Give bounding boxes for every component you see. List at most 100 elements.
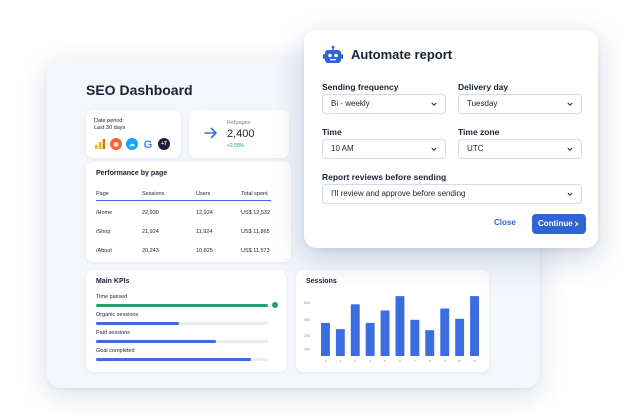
column-header: Page xyxy=(96,191,109,197)
select-value: I'll review and approve before sending xyxy=(331,189,466,198)
bar-chart-source-icon xyxy=(95,139,106,149)
more-sources-badge[interactable]: +7 xyxy=(158,138,170,150)
table-cell: 20,243 xyxy=(142,248,159,254)
close-button[interactable]: Close xyxy=(494,218,516,227)
bar xyxy=(440,308,450,356)
x-tick-label: 9 xyxy=(444,359,446,363)
table-cell: 11,924 xyxy=(196,229,213,235)
modal-title: Automate report xyxy=(351,47,453,62)
x-tick-label: 1 xyxy=(325,359,327,363)
bar xyxy=(350,304,360,356)
select-value: Tuesday xyxy=(467,99,498,108)
table-cell: /About xyxy=(96,248,112,254)
kpi-progress-fill xyxy=(96,358,251,361)
time-label: Time xyxy=(322,127,342,137)
y-tick-label: 100 xyxy=(304,348,310,352)
referral-card: Refpages 2,400 +2.09% xyxy=(189,110,289,158)
sessions-title: Sessions xyxy=(306,278,337,285)
table-row: /About 20,243 10,825 US$ 11,573 xyxy=(96,248,271,260)
continue-button[interactable]: Continue xyxy=(532,214,586,234)
table-cell: 10,825 xyxy=(196,248,213,254)
report-reviews-select[interactable]: I'll review and approve before sending xyxy=(322,184,582,204)
date-period-card: Date period: Last 30 days ◉ ☁ G +7 xyxy=(86,110,181,158)
x-tick-label: 7 xyxy=(414,359,416,363)
sending-frequency-select[interactable]: Bi - weekly xyxy=(322,94,446,114)
column-header: Total spent xyxy=(241,191,268,197)
select-value: 10 AM xyxy=(331,144,354,153)
svg-text:G: G xyxy=(144,139,153,150)
chevron-down-icon xyxy=(431,147,437,151)
referral-value: 2,400 xyxy=(227,128,255,140)
automate-report-modal: Automate report Sending frequency Bi - w… xyxy=(304,30,598,248)
bar xyxy=(410,319,420,356)
chevron-down-icon xyxy=(567,192,573,196)
kpi-progress-track xyxy=(96,358,268,361)
chevron-down-icon xyxy=(567,102,573,106)
kpi-item: Time passed xyxy=(96,294,278,310)
kpi-title: Main KPIs xyxy=(96,278,130,285)
date-period-label: Date period: xyxy=(94,118,124,124)
table-cell: 22,930 xyxy=(142,210,159,216)
x-tick-label: 3 xyxy=(354,359,356,363)
bar xyxy=(335,329,345,356)
arrow-right-icon xyxy=(204,127,217,139)
x-tick-label: 8 xyxy=(429,359,431,363)
time-zone-label: Time zone xyxy=(458,127,500,137)
bar xyxy=(380,310,390,356)
table-cell: /Home xyxy=(96,210,113,216)
table-cell: US$ 11,865 xyxy=(241,229,270,235)
data-source-icons: ◉ ☁ G +7 xyxy=(94,138,170,150)
y-tick-label: 600 xyxy=(304,301,310,305)
bar xyxy=(425,330,435,356)
bar xyxy=(455,318,465,356)
x-tick-label: 4 xyxy=(369,359,371,363)
kpi-progress-track xyxy=(96,340,268,343)
kpi-progress-fill xyxy=(96,322,179,325)
sending-frequency-label: Sending frequency xyxy=(322,82,399,92)
y-tick-label: 400 xyxy=(304,318,310,322)
x-tick-label: 11 xyxy=(473,359,476,363)
performance-table-header: Page Sessions Users Total spent xyxy=(96,189,271,201)
chevron-right-icon xyxy=(574,221,579,227)
chevron-down-icon xyxy=(431,102,437,106)
x-tick-label: 2 xyxy=(340,359,342,363)
x-tick-label: 10 xyxy=(458,359,462,363)
table-cell: 21,924 xyxy=(142,229,159,235)
kpi-label: Time passed xyxy=(96,294,128,300)
table-cell: 12,924 xyxy=(196,210,213,216)
delivery-day-select[interactable]: Tuesday xyxy=(458,94,582,114)
time-select[interactable]: 10 AM xyxy=(322,139,446,159)
report-reviews-label: Report reviews before sending xyxy=(322,172,447,182)
semrush-source-icon: ◉ xyxy=(110,138,122,150)
kpi-progress-track xyxy=(96,322,268,325)
chevron-down-icon xyxy=(567,147,573,151)
time-zone-select[interactable]: UTC xyxy=(458,139,582,159)
google-source-icon: G xyxy=(144,139,153,150)
kpi-label: Organic sessions xyxy=(96,312,139,318)
select-value: Bi - weekly xyxy=(331,99,370,108)
kpi-item: Paid sessions xyxy=(96,330,276,346)
kpi-item: Organic sessions xyxy=(96,312,276,328)
table-row: /Home 22,930 12,924 US$ 12,532 xyxy=(96,210,271,222)
date-period-value: Last 30 days xyxy=(94,125,126,131)
x-tick-label: 6 xyxy=(399,359,401,363)
table-cell: US$ 12,532 xyxy=(241,210,271,216)
bar xyxy=(365,322,375,356)
table-cell: US$ 11,573 xyxy=(241,248,270,254)
referral-label: Refpages xyxy=(227,120,251,126)
column-header: Sessions xyxy=(142,191,165,197)
bar xyxy=(395,296,405,356)
robot-icon xyxy=(323,45,343,63)
dashboard-title: SEO Dashboard xyxy=(86,82,193,98)
cloud-source-icon: ☁ xyxy=(126,138,138,150)
kpi-progress-track xyxy=(96,304,268,307)
performance-card: Performance by page Page Sessions Users … xyxy=(86,162,291,262)
sessions-card: Sessions 600 400 200 100 1 2 3 4 5 6 7 8 9 10 11 xyxy=(296,270,489,372)
table-row: /Shop 21,924 11,924 US$ 11,865 xyxy=(96,229,271,241)
x-tick-label: 5 xyxy=(384,359,386,363)
kpi-label: Goal completed xyxy=(96,348,135,354)
referral-change: +2.09% xyxy=(227,143,245,149)
y-tick-label: 200 xyxy=(304,334,310,338)
check-icon xyxy=(272,302,278,308)
sessions-bar-chart: 600 400 200 100 1 2 3 4 5 6 7 8 9 10 11 xyxy=(304,296,479,363)
